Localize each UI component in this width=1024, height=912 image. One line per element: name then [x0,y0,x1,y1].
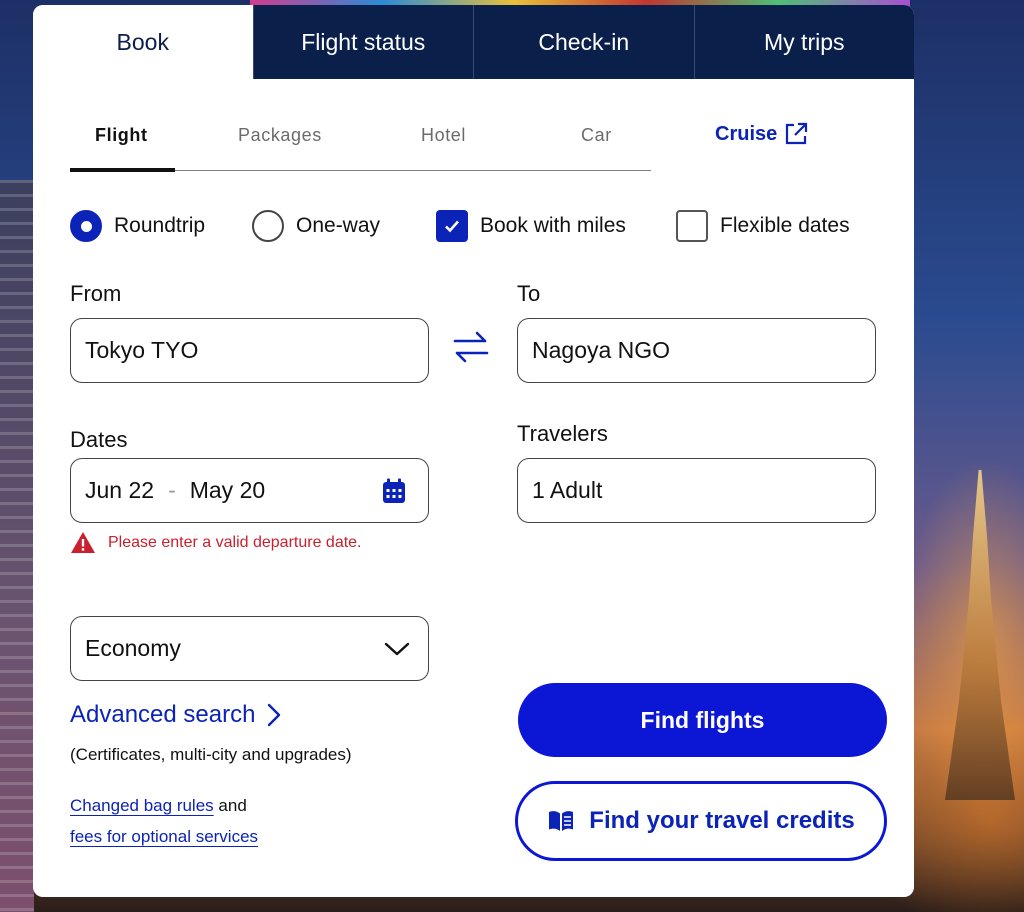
chevron-down-icon [384,642,410,655]
one-way-label: One-way [296,214,381,237]
swap-arrows-icon [453,331,489,363]
error-message: Please enter a valid departure date. [108,533,362,551]
sub-tabs: Flight Packages Hotel Car [70,105,651,172]
tab-check-in[interactable]: Check-in [473,5,694,79]
subtab-flight[interactable]: Flight [95,125,148,146]
cruise-link[interactable]: Cruise [715,121,809,147]
background-building [0,180,34,912]
tab-flight-status[interactable]: Flight status [252,5,473,79]
book-with-miles-checkbox[interactable] [436,210,468,242]
links-and-text: and [218,796,247,815]
date-error: Please enter a valid departure date. [70,531,362,554]
active-subtab-indicator [70,168,175,172]
dates-label: Dates [70,427,128,452]
from-label: From [70,281,122,306]
swap-button[interactable] [451,327,491,372]
flexible-dates-option[interactable]: Flexible dates [676,210,850,242]
top-tabs: Book Flight status Check-in My trips [33,5,914,79]
external-link-icon [786,122,808,145]
chevron-right-icon [268,703,281,727]
subtab-packages[interactable]: Packages [238,125,322,146]
advanced-search-subtext: (Certificates, multi-city and upgrades) [70,745,352,764]
warning-icon [71,532,95,553]
find-flights-button[interactable]: Find flights [518,683,887,757]
travelers-field[interactable] [517,458,876,523]
changed-bag-rules-link[interactable]: Changed bag rules [70,796,214,815]
find-travel-credits-button[interactable]: Find your travel credits [515,781,887,861]
tab-book[interactable]: Book [33,5,253,79]
flexible-dates-checkbox[interactable] [676,210,708,242]
checkmark-icon [445,220,459,233]
advanced-search-label: Advanced search [70,701,256,728]
from-input[interactable] [70,318,429,383]
book-icon [549,811,574,831]
cabin-select[interactable]: Economy [70,616,429,681]
cabin-value: Economy [85,635,181,661]
travel-credits-label: Find your travel credits [589,807,855,834]
cruise-label: Cruise [715,122,778,145]
bag-fees-links: Changed bag rules and fees for optional … [70,790,258,852]
roundtrip-radio[interactable] [70,210,102,242]
dates-field[interactable]: Jun 22 - May 20 [70,458,429,523]
to-label: To [517,281,541,306]
book-with-miles-label: Book with miles [480,214,626,237]
subtab-car[interactable]: Car [581,125,612,146]
roundtrip-label: Roundtrip [114,214,206,237]
optional-fees-link[interactable]: fees for optional services [70,827,258,846]
one-way-radio[interactable] [252,210,284,242]
roundtrip-option[interactable]: Roundtrip [70,210,205,242]
advanced-search-link[interactable]: Advanced search [70,701,281,729]
flexible-dates-label: Flexible dates [720,214,850,237]
tab-my-trips[interactable]: My trips [693,5,914,79]
book-with-miles-option[interactable]: Book with miles [436,210,626,242]
return-date: May 20 [189,477,266,503]
travelers-label: Travelers [517,421,608,446]
depart-date: Jun 22 [85,477,155,503]
one-way-option[interactable]: One-way [252,210,380,242]
to-input[interactable] [517,318,876,383]
date-separator: - [168,477,176,503]
subtab-hotel[interactable]: Hotel [421,125,466,146]
booking-widget: Book Flight status Check-in My trips Fli… [33,5,914,897]
calendar-icon[interactable] [382,478,406,510]
